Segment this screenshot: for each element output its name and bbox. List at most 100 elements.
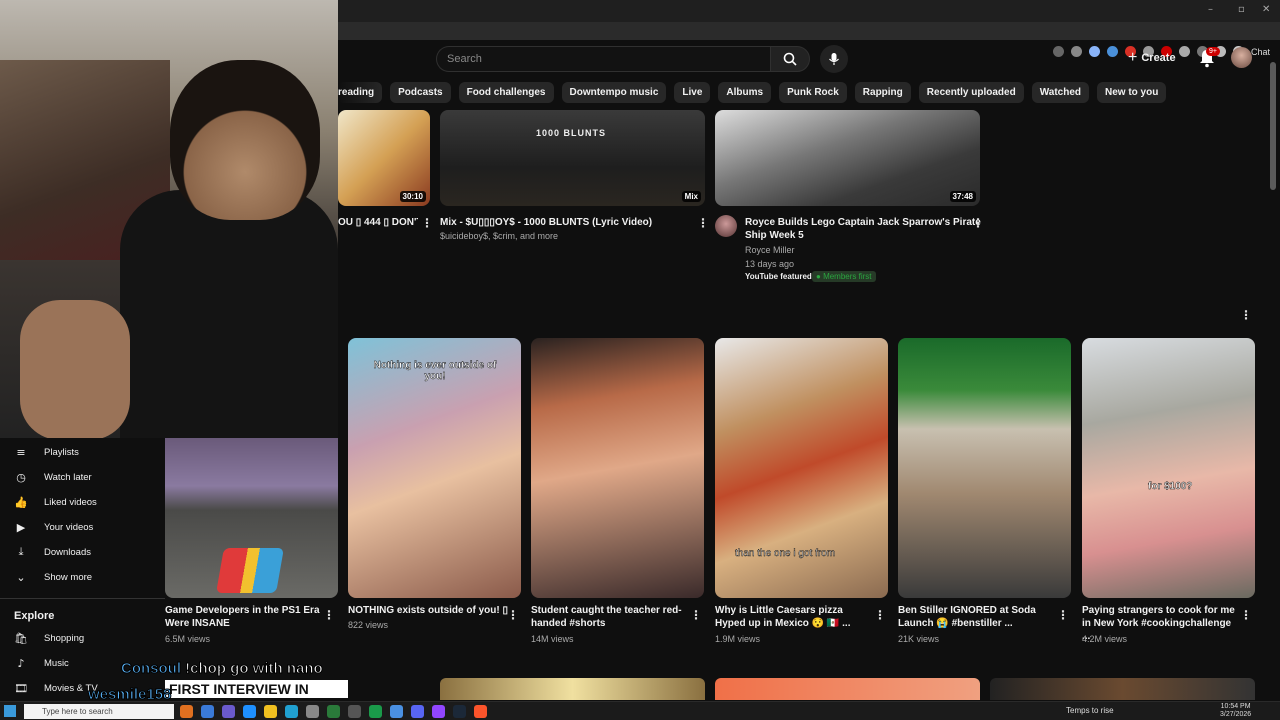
- more-options-icon[interactable]: ⋮: [972, 216, 984, 230]
- windows-start-icon[interactable]: [4, 705, 16, 717]
- chat-text: !chop go with nano: [185, 660, 323, 678]
- create-button[interactable]: + Create: [1128, 49, 1176, 67]
- playlists-icon: ≡: [16, 445, 26, 459]
- short-title-line: Were INSANE: [165, 618, 230, 629]
- more-options-icon[interactable]: ⋮: [421, 216, 433, 230]
- more-options-icon[interactable]: ⋮: [1240, 608, 1252, 622]
- video-title[interactable]: Mix - $U▯▯▯OY$ - 1000 BLUNTS (Lyric Vide…: [440, 216, 695, 229]
- shorts-more-icon[interactable]: ⋮: [1240, 308, 1252, 322]
- sidebar-item-your-videos[interactable]: ▶ Your videos: [0, 515, 165, 539]
- playstation-logo-icon: [216, 548, 284, 593]
- search-icon: [783, 52, 797, 66]
- chip-live[interactable]: Live: [674, 82, 711, 103]
- app-icon[interactable]: [180, 705, 193, 718]
- more-options-icon[interactable]: ⋮: [1057, 608, 1069, 622]
- duration-badge: 37:48: [949, 191, 976, 202]
- search-input[interactable]: Search: [436, 46, 770, 72]
- more-options-icon[interactable]: ⋮: [690, 608, 702, 622]
- short-title[interactable]: Student caught the teacher red- handed #…: [531, 604, 691, 630]
- sidebar-item-label: Liked videos: [44, 496, 97, 508]
- chip-reading[interactable]: reading: [338, 82, 383, 103]
- short-thumbnail[interactable]: [898, 338, 1071, 598]
- sidebar-item-liked-videos[interactable]: 👍 Liked videos: [0, 490, 165, 514]
- sidebar-item-shopping[interactable]: 🛍 Shopping: [0, 626, 165, 650]
- short-title[interactable]: Why is Little Caesars pizza Hyped up in …: [715, 604, 875, 630]
- thumbnail-overlay-text: 1000 BLUNTS: [536, 128, 607, 138]
- video-title-line: Ship Week 5: [745, 230, 804, 241]
- app-icon[interactable]: [411, 705, 424, 718]
- short-views: 14M views: [531, 634, 574, 644]
- more-options-icon[interactable]: ⋮: [507, 608, 519, 622]
- video-channels[interactable]: $uicideboy$, $crim, and more: [440, 230, 558, 243]
- short-views: 4.2M views: [1082, 634, 1128, 644]
- channel-name[interactable]: Royce Miller: [745, 244, 795, 257]
- app-icon[interactable]: [348, 705, 361, 718]
- short-views: 822 views: [348, 620, 389, 630]
- search-button[interactable]: [770, 46, 810, 72]
- channel-avatar[interactable]: [715, 215, 737, 237]
- short-title[interactable]: Ben Stiller IGNORED at Soda Launch 😭 #be…: [898, 604, 1058, 630]
- weather-widget[interactable]: Temps to rise: [1066, 706, 1114, 715]
- short-title-line: Ben Stiller IGNORED at Soda: [898, 605, 1036, 616]
- maximize-button[interactable]: ▫: [1238, 4, 1245, 15]
- app-icon[interactable]: [285, 705, 298, 718]
- video-thumbnail[interactable]: [715, 678, 980, 700]
- video-thumbnail[interactable]: [440, 678, 705, 700]
- app-icon[interactable]: [474, 705, 487, 718]
- scrollbar[interactable]: [1270, 62, 1276, 190]
- short-thumbnail[interactable]: Nothing is ever outside of you!: [348, 338, 521, 598]
- sidebar-item-watch-later[interactable]: ◷ Watch later: [0, 465, 165, 489]
- short-title-line: Student caught the teacher red-: [531, 605, 682, 616]
- sidebar-item-label: Show more: [44, 571, 93, 583]
- chip-watched[interactable]: Watched: [1031, 82, 1089, 103]
- short-title[interactable]: Game Developers in the PS1 Era Were INSA…: [165, 604, 325, 630]
- chip-recently-uploaded[interactable]: Recently uploaded: [918, 82, 1024, 103]
- short-thumbnail[interactable]: [165, 438, 338, 598]
- chip-downtempo-music[interactable]: Downtempo music: [561, 82, 667, 103]
- sidebar-item-show-more[interactable]: ⌄ Show more: [0, 565, 165, 589]
- taskbar-search-input[interactable]: Type here to search: [24, 704, 174, 719]
- app-icon[interactable]: [390, 705, 403, 718]
- sidebar-item-downloads[interactable]: ⤓ Downloads: [0, 540, 165, 564]
- app-icon[interactable]: [264, 705, 277, 718]
- more-options-icon[interactable]: ⋮: [697, 216, 709, 230]
- filter-chips: reading Podcasts Food challenges Downtem…: [338, 82, 1280, 104]
- app-icon[interactable]: [243, 705, 256, 718]
- chip-food-challenges[interactable]: Food challenges: [458, 82, 554, 103]
- minimize-button[interactable]: –: [1208, 4, 1213, 15]
- sidebar-item-playlists[interactable]: ≡ Playlists: [0, 440, 165, 464]
- app-icon[interactable]: [327, 705, 340, 718]
- browser-address-bar[interactable]: Chat: [338, 22, 1280, 57]
- app-icon[interactable]: [453, 705, 466, 718]
- video-thumbnail[interactable]: 37:48: [715, 110, 980, 206]
- play-icon: ▶: [16, 520, 26, 534]
- chip-punk-rock[interactable]: Punk Rock: [779, 82, 847, 103]
- more-options-icon[interactable]: ⋮: [323, 608, 335, 622]
- download-icon: ⤓: [18, 545, 24, 558]
- taskbar-clock[interactable]: 10:54 PM 3/27/2026: [1220, 703, 1251, 719]
- chip-rapping[interactable]: Rapping: [854, 82, 911, 103]
- short-thumbnail[interactable]: than the one i got from: [715, 338, 888, 598]
- sidebar-item-label: Downloads: [44, 546, 91, 558]
- chip-albums[interactable]: Albums: [718, 82, 772, 103]
- app-icon[interactable]: [432, 705, 445, 718]
- chip-podcasts[interactable]: Podcasts: [390, 82, 451, 103]
- account-avatar[interactable]: [1231, 47, 1252, 68]
- app-icon[interactable]: [201, 705, 214, 718]
- more-options-icon[interactable]: ⋮: [874, 608, 886, 622]
- app-icon[interactable]: [369, 705, 382, 718]
- members-label: Members first: [823, 272, 872, 281]
- voice-search-button[interactable]: [820, 45, 848, 73]
- video-title[interactable]: OU ▯ 444 ▯ DON'T: [338, 216, 418, 229]
- close-window-button[interactable]: ✕: [1262, 4, 1270, 15]
- app-icon[interactable]: [222, 705, 235, 718]
- chip-new-to-you[interactable]: New to you: [1097, 82, 1167, 103]
- short-thumbnail[interactable]: for $100?: [1082, 338, 1255, 598]
- video-title[interactable]: Royce Builds Lego Captain Jack Sparrow's…: [745, 216, 981, 242]
- video-thumbnail[interactable]: [990, 678, 1255, 700]
- video-thumbnail[interactable]: 30:10: [338, 110, 430, 206]
- app-icon[interactable]: [306, 705, 319, 718]
- video-thumbnail[interactable]: 1000 BLUNTS Mix: [440, 110, 705, 206]
- short-title[interactable]: NOTHING exists outside of you! ▯: [348, 604, 508, 617]
- short-thumbnail[interactable]: [531, 338, 704, 598]
